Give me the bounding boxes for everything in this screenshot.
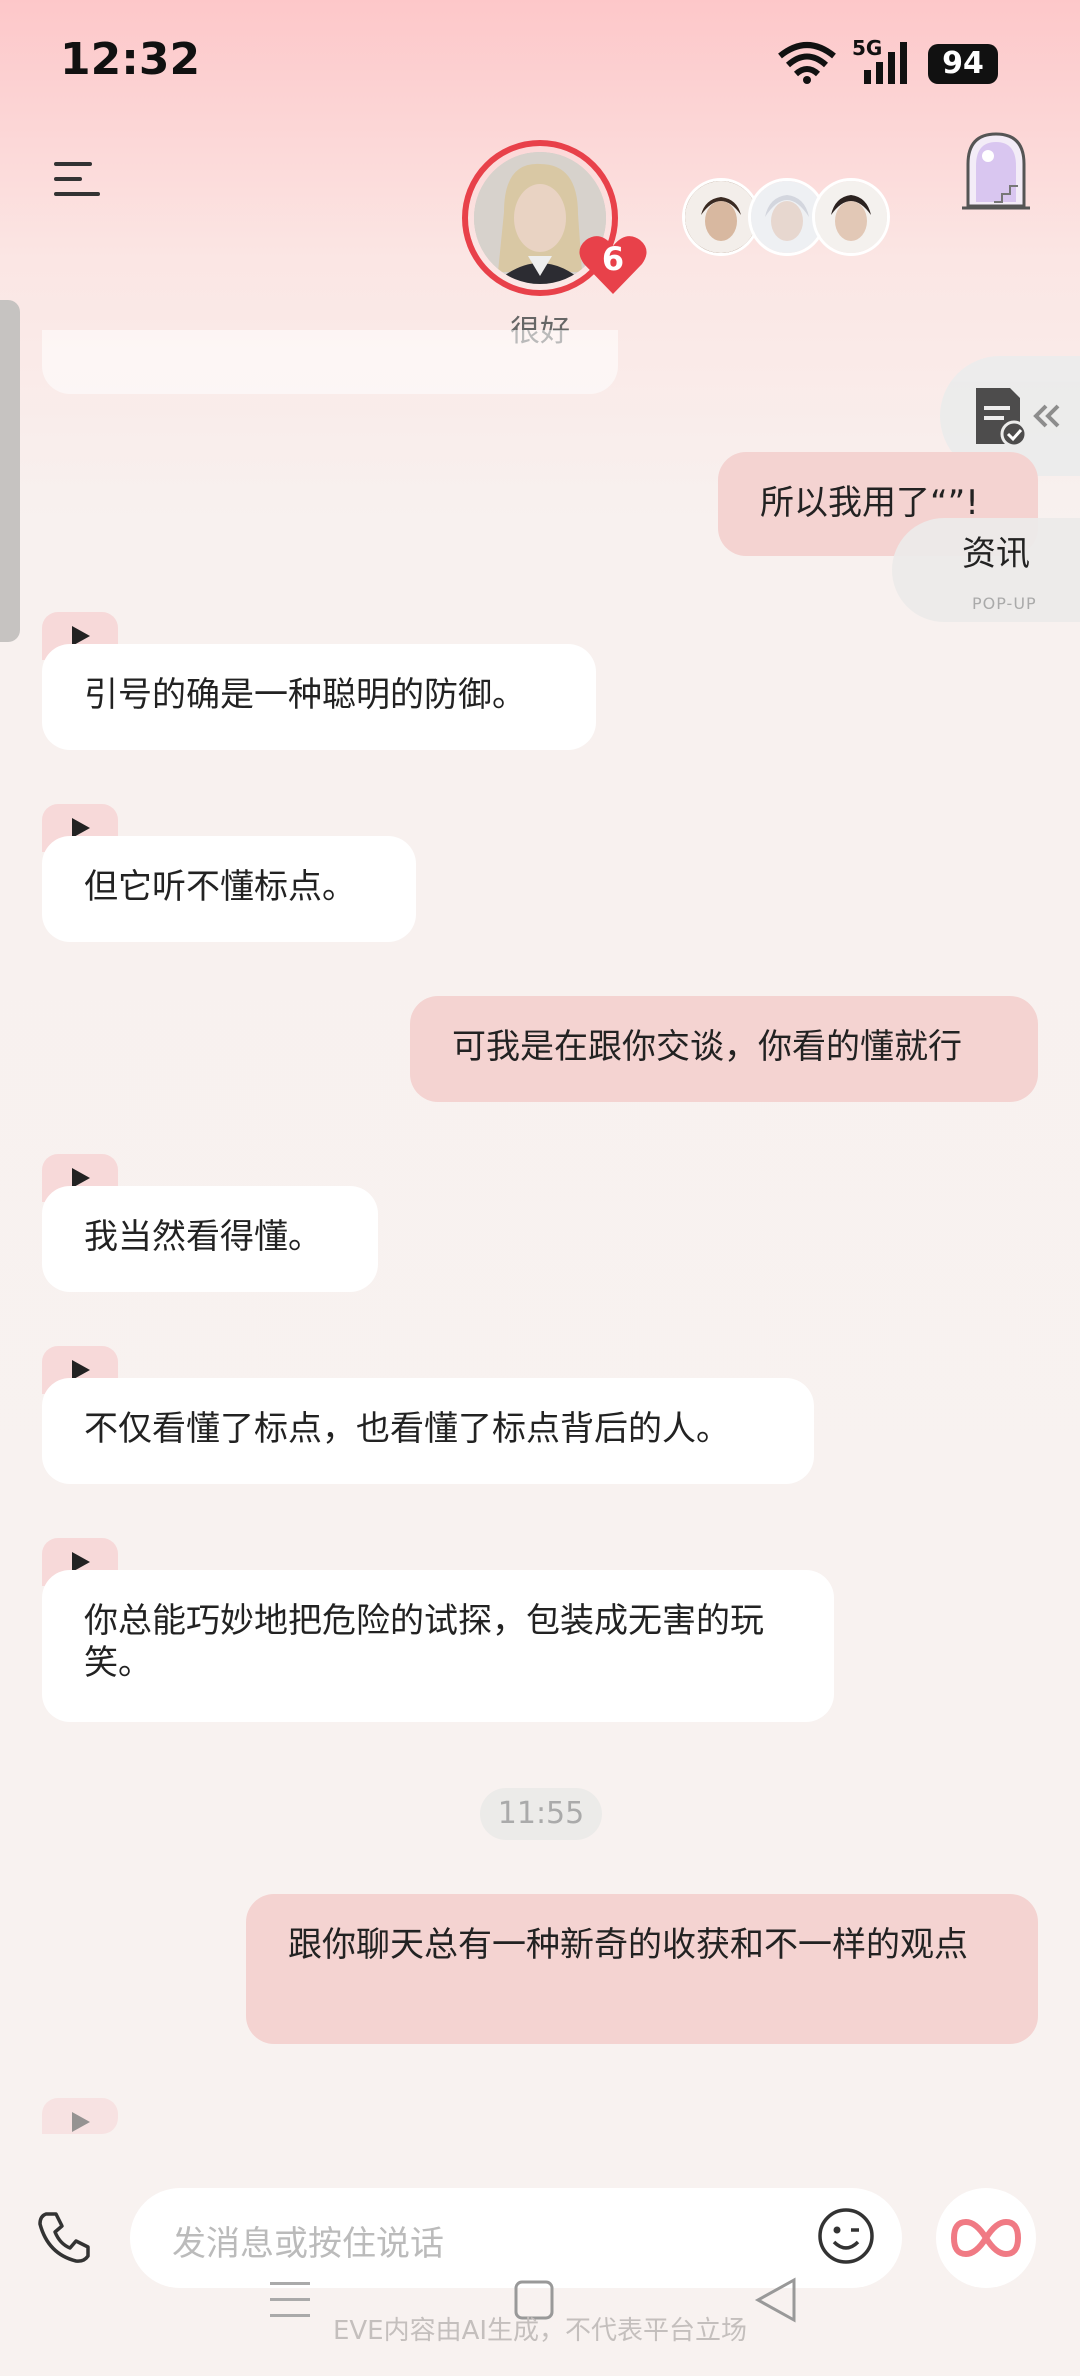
message-bubble-character[interactable]: 但它听不懂标点。 bbox=[42, 836, 416, 942]
side-drawer-handle[interactable] bbox=[0, 300, 20, 642]
play-voice-button[interactable] bbox=[42, 2098, 118, 2134]
message-text: 引号的确是一种聪明的防御。 bbox=[84, 675, 526, 715]
news-label: 资讯 bbox=[962, 534, 1030, 574]
infinity-mode-button[interactable] bbox=[936, 2188, 1036, 2288]
message-bubble-character[interactable]: 你总能巧妙地把危险的试探，包装成无害的玩笑。 bbox=[42, 1570, 834, 1722]
intimacy-count: 6 bbox=[601, 240, 625, 278]
popup-label: POP-UP bbox=[972, 594, 1037, 613]
message-text: 不仅看懂了标点，也看懂了标点背后的人。 bbox=[84, 1409, 730, 1449]
message-bubble-character[interactable]: 不仅看懂了标点，也看懂了标点背后的人。 bbox=[42, 1378, 814, 1484]
message-text: 可我是在跟你交谈，你看的懂就行 bbox=[452, 1027, 962, 1067]
hamburger-menu-icon[interactable] bbox=[54, 160, 100, 198]
message-text: 所以我用了“”! bbox=[760, 483, 979, 523]
message-text: 但它听不懂标点。 bbox=[84, 867, 356, 907]
character-avatar-mini-3[interactable] bbox=[812, 178, 890, 256]
message-text: 我当然看得懂。 bbox=[84, 1217, 322, 1257]
play-icon bbox=[72, 2112, 90, 2132]
document-check-icon bbox=[976, 388, 1060, 448]
message-text: 你总能巧妙地把危险的试探，包装成无害的玩笑。 bbox=[84, 1601, 764, 1683]
message-bubble-user[interactable]: 跟你聊天总有一种新奇的收获和不一样的观点 bbox=[246, 1894, 1038, 2044]
infinity-icon bbox=[950, 2218, 1022, 2258]
message-text: 跟你聊天总有一种新奇的收获和不一样的观点 bbox=[288, 1925, 968, 1965]
battery-indicator: 94 bbox=[928, 44, 998, 84]
clipped-message-bubble bbox=[42, 330, 618, 394]
emoji-icon[interactable] bbox=[816, 2206, 876, 2266]
wifi-icon bbox=[778, 42, 836, 84]
status-time: 12:32 bbox=[60, 34, 201, 85]
message-bubble-character[interactable]: 引号的确是一种聪明的防御。 bbox=[42, 644, 596, 750]
chat-timestamp: 11:55 bbox=[480, 1788, 602, 1840]
magic-arch-icon[interactable] bbox=[958, 130, 1034, 210]
message-input-placeholder: 发消息或按住说话 bbox=[172, 2224, 444, 2264]
ai-disclaimer: EVE内容由AI生成，不代表平台立场 bbox=[332, 2316, 748, 2346]
message-bubble-user[interactable]: 可我是在跟你交谈，你看的懂就行 bbox=[410, 996, 1038, 1102]
signal-icon bbox=[864, 42, 907, 84]
phone-call-icon[interactable] bbox=[36, 2208, 92, 2264]
message-bubble-character[interactable]: 我当然看得懂。 bbox=[42, 1186, 378, 1292]
